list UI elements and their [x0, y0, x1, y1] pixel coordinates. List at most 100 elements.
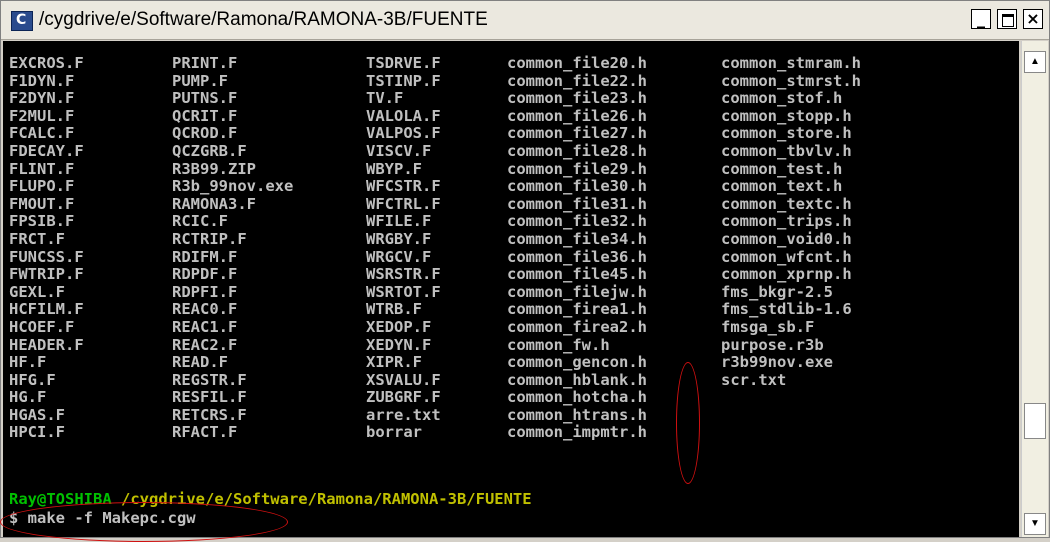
file-entry: REAC0.F [172, 300, 238, 319]
file-entry: r3b99nov.exe [721, 353, 833, 372]
file-entry: VISCV.F [366, 141, 432, 160]
file-entry: RFACT.F [172, 423, 238, 442]
file-entry: common_file45.h [507, 265, 647, 284]
file-entry: HF.F [9, 353, 47, 372]
file-entry: ZUBGRF.F [366, 388, 441, 407]
file-entry: WTRB.F [366, 300, 422, 319]
file-entry: common_hotcha.h [507, 388, 647, 407]
file-entry: FMOUT.F [9, 194, 75, 213]
cygwin-app-icon[interactable] [11, 11, 33, 31]
close-button[interactable]: × [1023, 9, 1043, 29]
file-entry: arre.txt [366, 405, 441, 424]
file-entry: common_htrans.h [507, 405, 647, 424]
annotation-oval-h-extensions [676, 362, 700, 484]
file-entry: common_void0.h [721, 229, 852, 248]
file-entry: common_file31.h [507, 194, 647, 213]
file-entry: common_file36.h [507, 247, 647, 266]
file-entry: RAMONA3.F [172, 194, 256, 213]
file-entry: GEXL.F [9, 282, 65, 301]
file-entry: FPSIB.F [9, 212, 75, 231]
scroll-up-arrow-icon[interactable]: ▲ [1024, 51, 1046, 73]
file-entry: common_file23.h [507, 89, 647, 108]
file-entry: common_trips.h [721, 212, 852, 231]
file-entry: TSTINP.F [366, 71, 441, 90]
file-entry: purpose.r3b [721, 335, 824, 354]
file-entry: XSVALU.F [366, 370, 441, 389]
file-entry: F2DYN.F [9, 89, 75, 108]
file-entry: REAC1.F [172, 317, 238, 336]
file-entry: VALPOS.F [366, 124, 441, 143]
file-entry: fms_stdlib-1.6 [721, 300, 852, 319]
file-entry: common_file29.h [507, 159, 647, 178]
file-entry: FUNCSS.F [9, 247, 84, 266]
file-entry: WSRSTR.F [366, 265, 441, 284]
file-entry: common_firea1.h [507, 300, 647, 319]
file-entry: FLUPO.F [9, 177, 75, 196]
file-entry: TV.F [366, 89, 404, 108]
file-entry: FWTRIP.F [9, 265, 84, 284]
file-entry: FCALC.F [9, 124, 75, 143]
file-entry: common_stopp.h [721, 106, 852, 125]
listing-column-1: EXCROS.F F1DYN.F F2DYN.F F2MUL.F FCALC.F… [9, 54, 84, 441]
annotation-oval-command [0, 502, 288, 542]
maximize-button[interactable] [997, 9, 1017, 29]
file-entry: F2MUL.F [9, 106, 75, 125]
file-entry: common_text.h [721, 177, 843, 196]
file-entry: scr.txt [721, 370, 787, 389]
file-entry: common_stmrst.h [721, 71, 861, 90]
file-entry: common_filejw.h [507, 282, 647, 301]
file-entry: HCOEF.F [9, 317, 75, 336]
file-entry: RDIFM.F [172, 247, 238, 266]
file-entry: common_file34.h [507, 229, 647, 248]
file-entry: WFCTRL.F [366, 194, 441, 213]
file-entry: XEDOP.F [366, 317, 432, 336]
file-entry: HCFILM.F [9, 300, 84, 319]
file-entry: READ.F [172, 353, 228, 372]
title-bar[interactable]: /cygdrive/e/Software/Ramona/RAMONA-3B/FU… [1, 1, 1049, 40]
file-entry: common_textc.h [721, 194, 852, 213]
file-entry: common_xprnp.h [721, 265, 852, 284]
file-entry: common_test.h [721, 159, 843, 178]
file-entry: PUMP.F [172, 71, 228, 90]
listing-column-2: PRINT.F PUMP.F PUTNS.F QCRIT.F QCROD.F Q… [172, 54, 293, 441]
file-entry: common_file30.h [507, 177, 647, 196]
window-title: /cygdrive/e/Software/Ramona/RAMONA-3B/FU… [39, 9, 488, 30]
listing-column-5: common_stmram.h common_stmrst.h common_s… [721, 54, 861, 389]
scrollbar-thumb[interactable] [1024, 403, 1046, 439]
file-entry: QCRIT.F [172, 106, 238, 125]
file-entry: QCZGRB.F [172, 141, 247, 160]
listing-column-3: TSDRVE.F TSTINP.F TV.F VALOLA.F VALPOS.F… [366, 54, 441, 441]
file-entry: fms_bkgr-2.5 [721, 282, 833, 301]
scroll-down-arrow-icon[interactable]: ▼ [1024, 513, 1046, 535]
file-entry: common_wfcnt.h [721, 247, 852, 266]
file-entry: WFILE.F [366, 212, 432, 231]
file-entry: PUTNS.F [172, 89, 238, 108]
file-entry: RCTRIP.F [172, 229, 247, 248]
terminal-window: /cygdrive/e/Software/Ramona/RAMONA-3B/FU… [0, 0, 1050, 538]
file-entry: REGSTR.F [172, 370, 247, 389]
terminal-output[interactable]: EXCROS.F F1DYN.F F2DYN.F F2MUL.F FCALC.F… [3, 41, 1019, 537]
file-entry: RESFIL.F [172, 388, 247, 407]
file-entry: WRGBY.F [366, 229, 432, 248]
file-entry: XIPR.F [366, 353, 422, 372]
file-entry: HEADER.F [9, 335, 84, 354]
file-entry: common_stmram.h [721, 54, 861, 72]
file-entry: RDPFI.F [172, 282, 238, 301]
minimize-button[interactable]: _ [971, 9, 991, 29]
file-entry: PRINT.F [172, 54, 238, 72]
file-entry: XEDYN.F [366, 335, 432, 354]
file-entry: VALOLA.F [366, 106, 441, 125]
file-entry: R3b_99nov.exe [172, 177, 294, 196]
file-entry: common_file28.h [507, 141, 647, 160]
file-entry: common_firea2.h [507, 317, 647, 336]
file-entry: common_tbvlv.h [721, 141, 852, 160]
file-entry: common_file27.h [507, 124, 647, 143]
file-entry: R3B99.ZIP [172, 159, 256, 178]
file-entry: common_gencon.h [507, 353, 647, 372]
file-entry: FRCT.F [9, 229, 65, 248]
file-entry: fmsga_sb.F [721, 317, 815, 336]
file-entry: common_stof.h [721, 89, 843, 108]
file-entry: common_file32.h [507, 212, 647, 231]
file-entry: WBYP.F [366, 159, 422, 178]
vertical-scrollbar[interactable]: ▲ ▼ [1021, 41, 1048, 537]
